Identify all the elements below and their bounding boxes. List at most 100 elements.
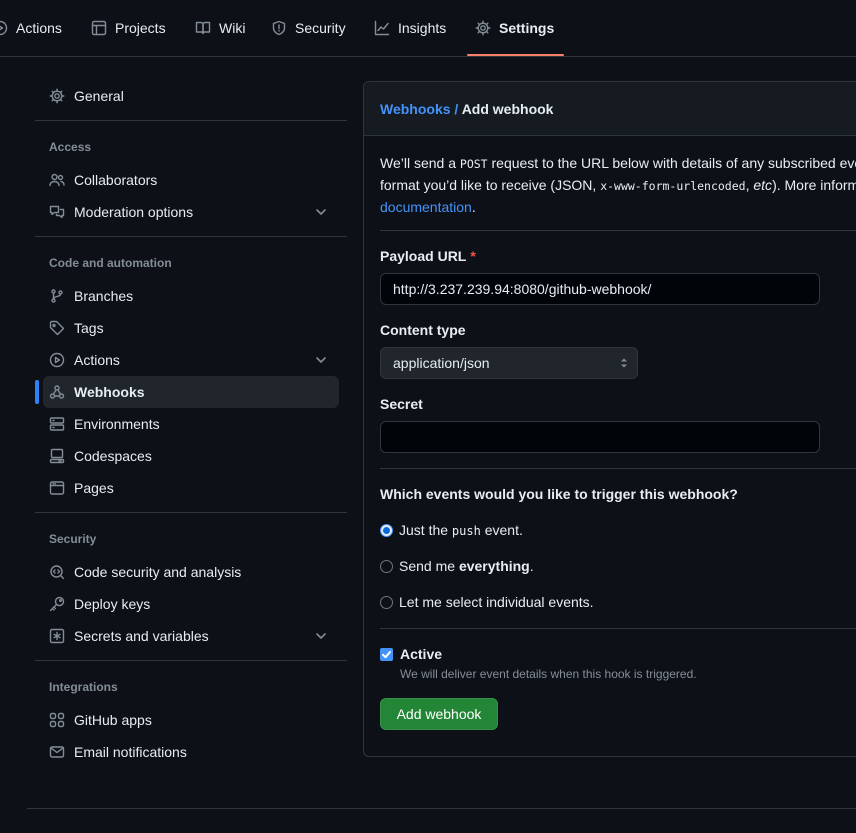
sidebar-item-label: Webhooks (74, 384, 145, 400)
sidebar-divider (35, 236, 347, 237)
intro-etc: etc (753, 177, 773, 193)
event-option-everything[interactable]: Send me everything. (380, 558, 534, 574)
required-mark: * (470, 248, 476, 264)
push-code: push (451, 524, 481, 538)
page-title: Add webhook (461, 101, 554, 117)
chevron-down-icon[interactable] (313, 628, 329, 644)
secret-input[interactable] (380, 421, 820, 453)
sidebar-item-label: Collaborators (74, 172, 158, 188)
graph-icon (374, 20, 390, 36)
codespaces-icon (49, 448, 65, 464)
active-checkbox[interactable] (380, 648, 393, 661)
sidebar-heading-code: Code and automation (49, 256, 172, 270)
active-label: Active (400, 646, 443, 662)
gear-icon (49, 88, 65, 104)
sidebar-item-github-apps[interactable]: GitHub apps (43, 704, 339, 736)
tab-projects[interactable]: Projects (91, 12, 166, 44)
sidebar-item-tags[interactable]: Tags (43, 312, 339, 344)
event-label-text: event. (480, 522, 523, 538)
footer-divider (27, 808, 856, 809)
play-icon (49, 352, 65, 368)
sidebar-item-webhooks[interactable]: Webhooks (35, 376, 339, 408)
radio-everything[interactable] (380, 559, 393, 573)
sidebar-item-collaborators[interactable]: Collaborators (43, 164, 339, 196)
sidebar-item-deploy-keys[interactable]: Deploy keys (43, 588, 339, 620)
chevron-down-icon[interactable] (313, 204, 329, 220)
sidebar-heading-security: Security (49, 532, 97, 546)
sidebar-item-email-notifications[interactable]: Email notifications (43, 736, 339, 768)
radio-individual[interactable] (380, 595, 393, 609)
codescan-icon (50, 565, 65, 580)
intro-text-part: ). More inform (772, 177, 856, 193)
webhook-icon (49, 385, 65, 399)
content-type-select[interactable]: application/json (380, 347, 638, 379)
tab-label: Settings (499, 20, 555, 36)
payload-url-input[interactable] (380, 273, 820, 305)
sidebar-item-label: GitHub apps (74, 712, 152, 728)
breadcrumb-webhooks-link[interactable]: Webhooks (380, 101, 451, 117)
tab-actions[interactable]: Actions (0, 12, 62, 44)
sidebar-item-codespaces[interactable]: Codespaces (43, 440, 339, 472)
sidebar-item-secrets-and-variables[interactable]: Secrets and variables (43, 620, 339, 652)
section-divider (380, 468, 856, 469)
section-divider (380, 628, 856, 629)
sidebar-item-label: Deploy keys (74, 596, 151, 612)
select-arrows-icon (621, 358, 627, 368)
sidebar-item-environments[interactable]: Environments (43, 408, 339, 440)
tag-icon (49, 320, 65, 336)
repo-nav: Actions Projects Wiki Security Insights … (0, 0, 856, 57)
section-divider (380, 230, 856, 231)
tab-wiki[interactable]: Wiki (195, 12, 245, 44)
content-type-value: application/json (393, 355, 490, 371)
asterisk-icon (49, 628, 65, 644)
sidebar-heading-integrations: Integrations (49, 680, 118, 694)
event-option-push[interactable]: Just the push event. (380, 522, 523, 538)
payload-url-label: Payload URL * (380, 248, 476, 264)
book-icon (195, 21, 211, 35)
add-webhook-form: Webhooks / Add webhook We’ll send a POST… (363, 81, 856, 757)
play-icon (0, 20, 8, 36)
intro-text-part: format you’d like to receive (JSON, (380, 177, 601, 193)
apps-icon (49, 712, 65, 728)
sidebar-item-label: Moderation options (74, 204, 194, 220)
sidebar-item-label: Tags (74, 320, 104, 336)
sidebar-item-label: Actions (74, 352, 120, 368)
sidebar-item-general[interactable]: General (43, 80, 339, 112)
event-label-text: Just the (399, 522, 452, 538)
event-label-text: . (529, 558, 534, 574)
tab-label: Projects (115, 20, 166, 36)
tab-insights[interactable]: Insights (374, 12, 446, 44)
tab-label: Security (295, 20, 346, 36)
sidebar-item-branches[interactable]: Branches (43, 280, 339, 312)
tab-security[interactable]: Security (271, 12, 346, 44)
sidebar-item-label: Environments (74, 416, 160, 432)
comment-discussion-icon (49, 205, 65, 219)
sidebar-item-actions[interactable]: Actions (43, 344, 339, 376)
git-branch-icon (51, 289, 63, 303)
people-icon (49, 173, 65, 187)
sidebar-item-label: Codespaces (74, 448, 152, 464)
sidebar-item-label: Branches (74, 288, 134, 304)
event-option-label: Send me everything. (399, 558, 534, 574)
event-label-text: Send me (399, 558, 459, 574)
sidebar-divider (35, 512, 347, 513)
sidebar-item-moderation-options[interactable]: Moderation options (43, 196, 339, 228)
sidebar-heading-access: Access (49, 140, 92, 154)
tab-label: Insights (398, 20, 447, 36)
active-tab-underline (467, 54, 564, 56)
event-option-individual[interactable]: Let me select individual events. (380, 594, 594, 610)
sidebar-item-pages[interactable]: Pages (43, 472, 339, 504)
intro-text-part: . (471, 199, 476, 215)
chevron-down-icon[interactable] (313, 352, 329, 368)
add-webhook-button[interactable]: Add webhook (380, 698, 498, 730)
radio-push[interactable] (380, 523, 393, 537)
tab-settings[interactable]: Settings (475, 12, 554, 44)
mail-icon (49, 746, 65, 758)
sidebar-item-code-security[interactable]: Code security and analysis (43, 556, 339, 588)
post-code: POST (459, 157, 488, 171)
tab-label: Actions (16, 20, 62, 36)
intro-text-part: request to the URL below with details of… (487, 155, 856, 171)
payload-url-label-text: Payload URL (380, 248, 467, 264)
events-question: Which events would you like to trigger t… (380, 486, 738, 502)
documentation-link[interactable]: documentation (380, 199, 472, 215)
